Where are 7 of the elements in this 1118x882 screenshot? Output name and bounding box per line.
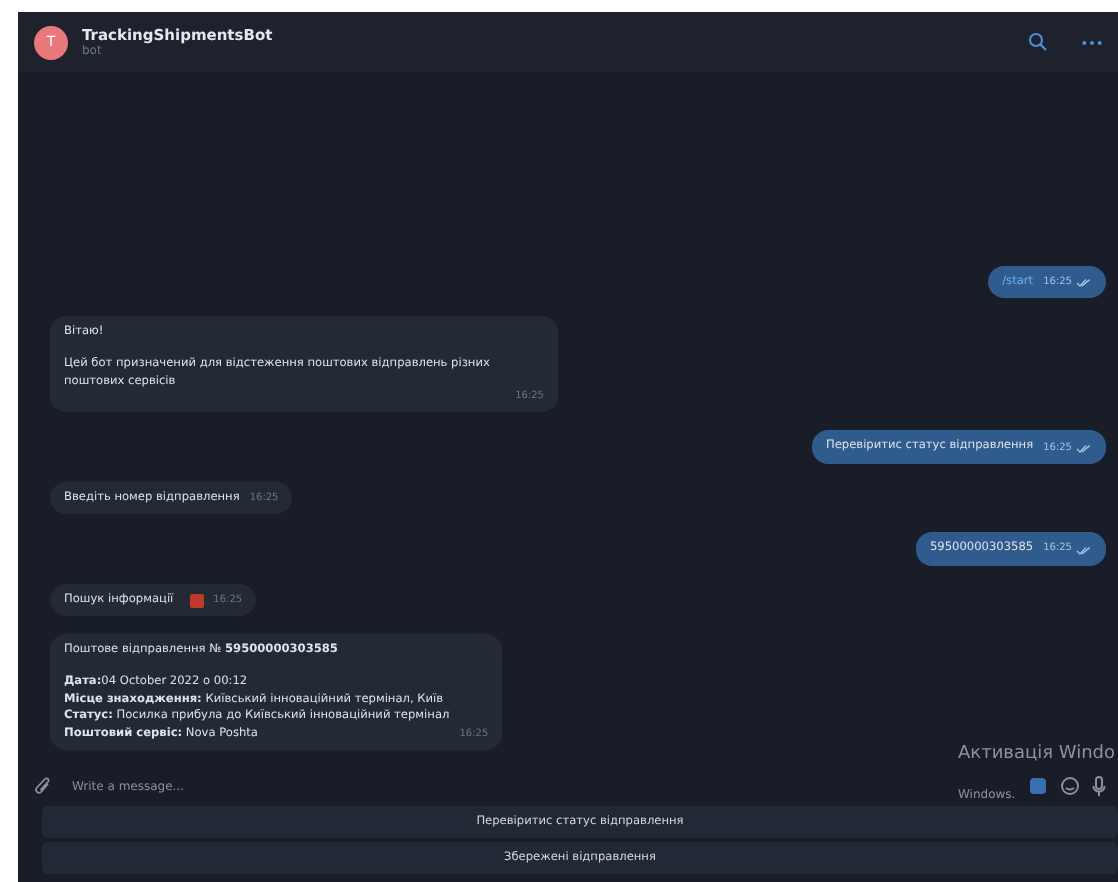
activation-notice-title: Активація Windo xyxy=(958,744,1118,764)
more-icon[interactable] xyxy=(1082,39,1102,45)
microphone-icon[interactable] xyxy=(1092,776,1106,796)
search-icon[interactable] xyxy=(1028,32,1048,52)
paperclip-icon[interactable] xyxy=(34,775,52,797)
emoji-icon xyxy=(189,594,204,609)
smile-icon[interactable] xyxy=(1060,776,1080,796)
